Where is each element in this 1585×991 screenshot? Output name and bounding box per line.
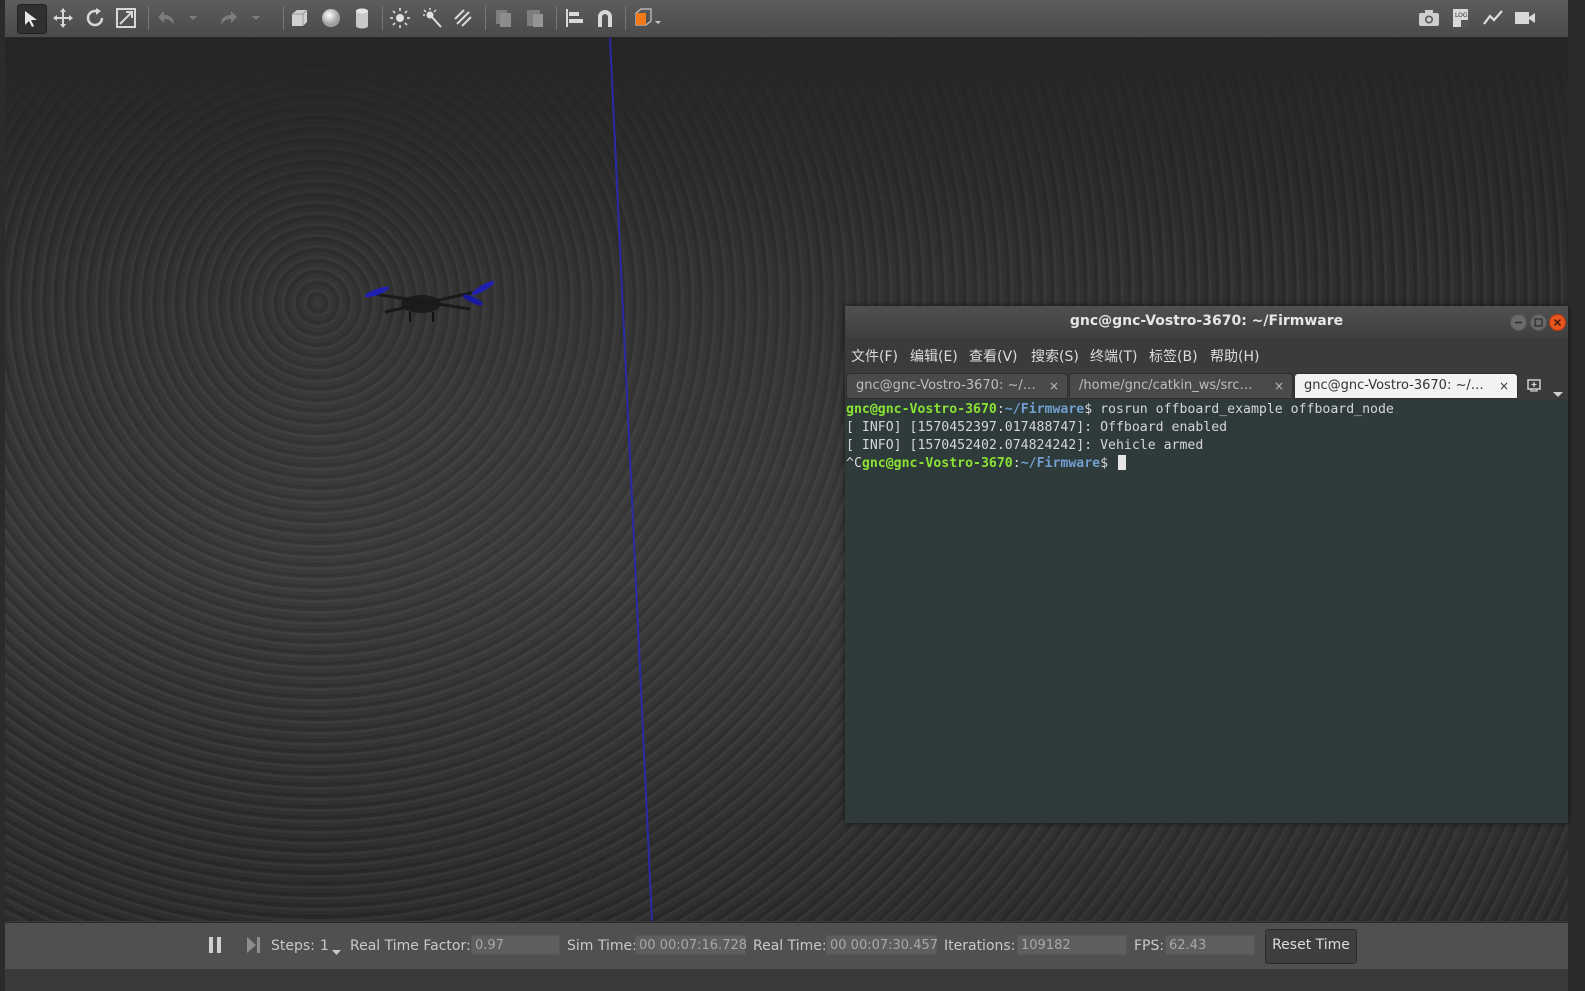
- text-cursor: [1118, 455, 1126, 470]
- fps-value: 62.43: [1165, 935, 1255, 955]
- terminal-menubar: 文件(F) 编辑(E) 查看(V) 搜索(S) 终端(T) 标签(B) 帮助(H…: [845, 338, 1568, 372]
- tab-close-icon[interactable]: ×: [1274, 374, 1284, 398]
- menu-terminal[interactable]: 终端(T): [1090, 346, 1137, 366]
- sphere-shape-icon[interactable]: [317, 4, 345, 32]
- pause-icon[interactable]: [208, 936, 222, 958]
- close-icon[interactable]: [1549, 314, 1566, 331]
- terminal-tab-2[interactable]: /home/gnc/catkin_ws/src… ×: [1069, 373, 1293, 399]
- real-time-label: Real Time:: [753, 938, 827, 954]
- chevron-down-icon[interactable]: [332, 944, 341, 960]
- gazebo-status-bar: Steps: 1 Real Time Factor: 0.97 Sim Time…: [5, 922, 1568, 969]
- tab-label: gnc@gnc-Vostro-3670: ~/…: [856, 378, 1036, 393]
- cylinder-shape-icon[interactable]: [348, 4, 376, 32]
- box-shape-icon[interactable]: [285, 4, 313, 32]
- maximize-icon[interactable]: [1530, 314, 1547, 331]
- quadcopter-model[interactable]: [355, 274, 500, 324]
- sim-time-label: Sim Time:: [567, 938, 637, 954]
- terminal-line: ^Cgnc@gnc-Vostro-3670:~/Firmware$: [845, 455, 1568, 473]
- terminal-line: gnc@gnc-Vostro-3670:~/Firmware$ rosrun o…: [845, 401, 1568, 419]
- iterations-label: Iterations:: [944, 938, 1016, 954]
- real-time-factor-label: Real Time Factor:: [350, 938, 471, 954]
- point-light-icon[interactable]: [386, 4, 414, 32]
- screenshot-icon[interactable]: [1415, 4, 1443, 32]
- select-arrow-icon[interactable]: [17, 4, 47, 34]
- minimize-icon[interactable]: [1510, 314, 1527, 331]
- menu-help[interactable]: 帮助(H): [1210, 346, 1259, 366]
- undo-history-chevron-icon[interactable]: [185, 4, 201, 32]
- interrupt-marker: ^C: [846, 456, 862, 471]
- terminal-tab-bar: gnc@gnc-Vostro-3670: ~/… × /home/gnc/cat…: [845, 372, 1568, 399]
- menu-view[interactable]: 查看(V): [969, 346, 1018, 366]
- terminal-line: [ INFO] [1570452402.074824242]: Vehicle …: [846, 438, 1204, 453]
- prompt-sep: :: [996, 402, 1005, 417]
- prompt-path: ~/Firmware: [1004, 402, 1085, 417]
- terminal-tab-1[interactable]: gnc@gnc-Vostro-3670: ~/… ×: [846, 373, 1068, 399]
- align-icon[interactable]: [560, 4, 588, 32]
- step-forward-icon[interactable]: [246, 936, 262, 958]
- record-video-icon[interactable]: [1511, 4, 1539, 32]
- fps-label: FPS:: [1134, 938, 1165, 954]
- prompt-user: gnc@gnc-Vostro-3670: [861, 456, 1013, 471]
- real-time-value: 00 00:07:30.457: [826, 935, 938, 955]
- terminal-title: gnc@gnc-Vostro-3670: ~/Firmware: [1069, 313, 1344, 329]
- redo-icon[interactable]: [215, 4, 243, 32]
- new-tab-icon[interactable]: [1526, 377, 1544, 397]
- plot-icon[interactable]: [1479, 4, 1507, 32]
- prompt-user: gnc@gnc-Vostro-3670: [846, 402, 997, 417]
- paste-icon[interactable]: [521, 4, 549, 32]
- command-text: $ rosrun offboard_example offboard_node: [1084, 402, 1394, 417]
- gazebo-toolbar: LOG: [5, 0, 1568, 38]
- terminal-line: [ INFO] [1570452397.017488747]: Offboard…: [846, 420, 1228, 435]
- terminal-output[interactable]: gnc@gnc-Vostro-3670:~/Firmware$ rosrun o…: [845, 399, 1568, 823]
- iterations-value: 109182: [1017, 935, 1127, 955]
- menu-file[interactable]: 文件(F): [851, 346, 898, 366]
- redo-history-chevron-icon[interactable]: [248, 4, 264, 32]
- menu-edit[interactable]: 编辑(E): [910, 346, 958, 366]
- scale-icon[interactable]: [112, 4, 140, 32]
- terminal-titlebar[interactable]: gnc@gnc-Vostro-3670: ~/Firmware: [845, 306, 1568, 338]
- real-time-factor-value: 0.97: [471, 935, 560, 955]
- sim-time-value: 00 00:07:16.728: [635, 935, 747, 955]
- tab-label: gnc@gnc-Vostro-3670: ~/…: [1304, 378, 1484, 393]
- menu-tabs[interactable]: 标签(B): [1149, 346, 1198, 366]
- rotate-icon[interactable]: [81, 4, 109, 32]
- undo-icon[interactable]: [152, 4, 180, 32]
- steps-label: Steps:: [271, 938, 315, 954]
- spot-light-icon[interactable]: [418, 4, 446, 32]
- view-angle-icon[interactable]: [629, 4, 665, 32]
- snap-magnet-icon[interactable]: [591, 4, 619, 32]
- translate-icon[interactable]: [49, 4, 77, 32]
- prompt-symbol: $: [1100, 456, 1116, 471]
- log-icon[interactable]: LOG: [1447, 4, 1475, 32]
- terminal-tab-3-active[interactable]: gnc@gnc-Vostro-3670: ~/… ×: [1294, 373, 1518, 399]
- tab-close-icon[interactable]: ×: [1499, 374, 1509, 398]
- reset-time-button[interactable]: Reset Time: [1265, 929, 1357, 964]
- terminal-window: gnc@gnc-Vostro-3670: ~/Firmware 文件(F) 编辑…: [845, 306, 1568, 823]
- copy-icon[interactable]: [489, 4, 517, 32]
- directional-light-icon[interactable]: [449, 4, 477, 32]
- tab-label: /home/gnc/catkin_ws/src…: [1079, 378, 1253, 393]
- svg-text:LOG: LOG: [1455, 12, 1468, 19]
- prompt-sep: :: [1012, 456, 1021, 471]
- tab-close-icon[interactable]: ×: [1049, 374, 1059, 398]
- steps-value[interactable]: 1: [320, 938, 329, 954]
- menu-search[interactable]: 搜索(S): [1031, 346, 1079, 366]
- prompt-path: ~/Firmware: [1020, 456, 1101, 471]
